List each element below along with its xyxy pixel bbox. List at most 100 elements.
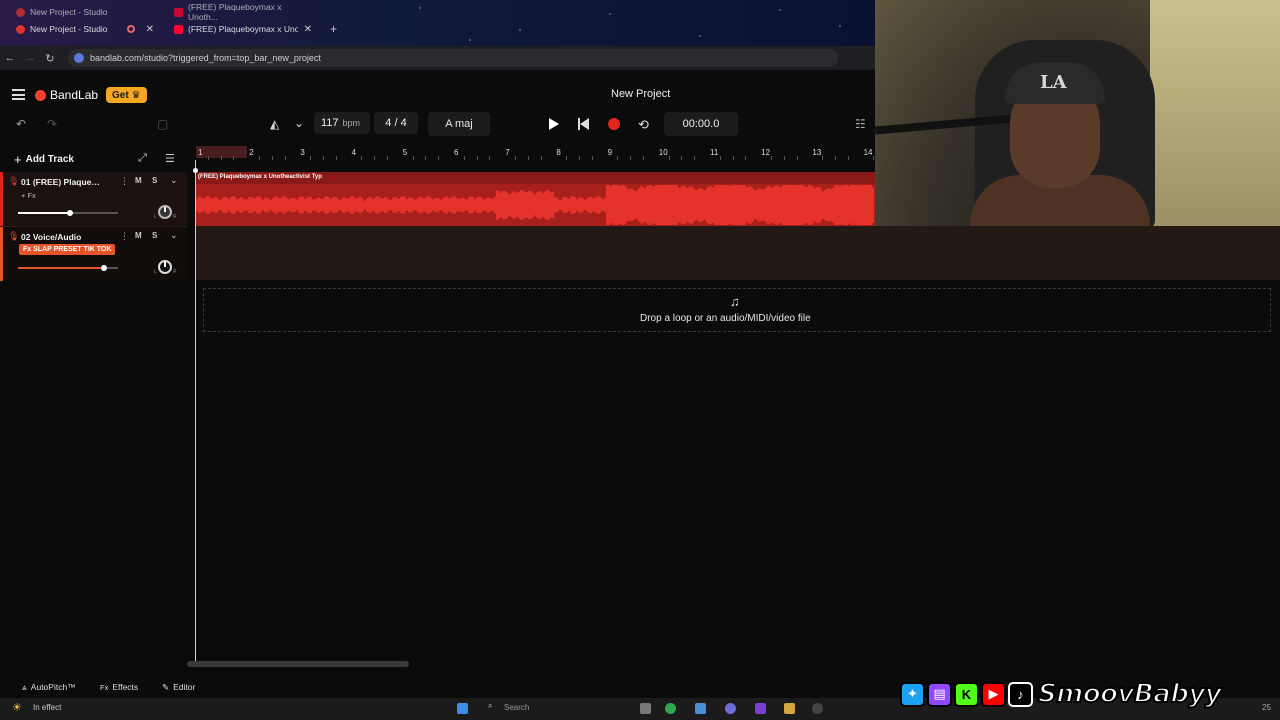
- rewind-icon[interactable]: [578, 118, 590, 130]
- waveform: [195, 185, 874, 225]
- track-settings-icon[interactable]: ☰: [165, 152, 175, 165]
- track-color-bar: [0, 227, 3, 281]
- bar-number: 10: [658, 148, 668, 157]
- pan-right-label: R: [173, 269, 177, 275]
- time-value: 00:00.0: [682, 118, 720, 130]
- close-tab-icon[interactable]: ✕: [146, 24, 154, 35]
- automation-icon[interactable]: ⤢: [138, 152, 147, 165]
- task-view-icon[interactable]: [640, 703, 651, 714]
- add-track-button[interactable]: + Add Track: [14, 152, 74, 167]
- track-options-icon[interactable]: ⋮: [120, 176, 129, 187]
- track-header-1[interactable]: 🎙 01 (FREE) Plaqueboy... ⋮ M S ⌄ + Fx L …: [0, 172, 187, 226]
- add-fx-button[interactable]: + Fx: [21, 191, 36, 200]
- editor-label: Editor: [173, 682, 196, 692]
- track-header-2[interactable]: 🎙 02 Voice/Audio ⋮ M S ⌄ Fx SLAP PRESET …: [0, 226, 187, 281]
- play-icon[interactable]: [549, 118, 559, 130]
- app-icon[interactable]: [695, 703, 706, 714]
- youtube-icon: ▶: [981, 681, 1006, 707]
- pan-knob[interactable]: [158, 205, 172, 219]
- ruler-tick: [476, 156, 478, 160]
- ruler-tick: [771, 156, 772, 160]
- tab-title: (FREE) Plaqueboymax x Unoth...: [188, 24, 298, 34]
- track-lane-1[interactable]: (FREE) Plaqueboymax x Unotheactivist Typ: [195, 172, 875, 226]
- url-field[interactable]: bandlab.com/studio?triggered_from=top_ba…: [68, 49, 838, 67]
- ruler-tick: [643, 156, 644, 160]
- get-membership-button[interactable]: Get ♛: [106, 87, 147, 103]
- track-name[interactable]: 01 (FREE) Plaqueboy...: [21, 177, 105, 187]
- snap-icon[interactable]: ▢: [157, 117, 168, 131]
- forward-icon[interactable]: →: [20, 52, 40, 64]
- metronome-icon[interactable]: ◭: [270, 117, 279, 131]
- bandlab-logo[interactable]: BandLab: [35, 88, 98, 102]
- bar-number: 3: [300, 148, 305, 157]
- pan-knob[interactable]: [158, 260, 172, 274]
- hamburger-menu-icon[interactable]: [12, 89, 25, 100]
- clip-header[interactable]: (FREE) Plaqueboymax x Unotheactivist Typ: [195, 172, 875, 184]
- weather-icon[interactable]: ☀: [12, 701, 22, 714]
- bar-number: 7: [505, 148, 510, 157]
- site-info-icon[interactable]: [74, 53, 84, 63]
- bar-number: 11: [710, 148, 719, 157]
- fx-preset-chip[interactable]: Fx SLAP PRESET TIK TOK: [19, 244, 116, 255]
- app-icon[interactable]: [812, 703, 823, 714]
- key-field[interactable]: A maj: [428, 112, 490, 136]
- microphone-icon[interactable]: 🎙: [8, 176, 19, 187]
- volume-slider-thumb[interactable]: [67, 209, 73, 216]
- volume-slider[interactable]: [18, 209, 118, 216]
- chevron-down-icon[interactable]: ⌄: [170, 230, 178, 241]
- microphone-icon[interactable]: 🎙: [8, 231, 19, 242]
- audio-clip[interactable]: (FREE) Plaqueboymax x Unotheactivist Typ: [195, 172, 875, 226]
- file-explorer-icon[interactable]: [784, 703, 795, 714]
- playhead-handle[interactable]: [193, 168, 198, 173]
- track-options-icon[interactable]: ⋮: [120, 231, 129, 242]
- reload-icon[interactable]: ↻: [40, 52, 60, 65]
- record-button[interactable]: [608, 118, 620, 130]
- playhead[interactable]: [195, 160, 196, 665]
- windows-start-icon[interactable]: [457, 703, 468, 714]
- loop-icon[interactable]: ⟲: [638, 117, 649, 133]
- ruler-tick: [271, 156, 273, 160]
- horizontal-scrollbar[interactable]: [187, 661, 409, 667]
- taskbar-search[interactable]: Search: [504, 703, 529, 712]
- effects-button[interactable]: Fx Effects: [100, 682, 138, 692]
- project-title[interactable]: New Project: [611, 88, 670, 100]
- mute-button[interactable]: M: [135, 231, 142, 240]
- webcam-overlay: LA: [875, 0, 1280, 226]
- ruler-tick: [732, 156, 734, 160]
- tab-title: New Project - Studio: [30, 7, 108, 17]
- time-signature-field[interactable]: 4 / 4: [374, 112, 418, 134]
- address-bar: ← → ↻ bandlab.com/studio?triggered_from=…: [0, 46, 875, 70]
- bpm-field[interactable]: 117 bpm: [314, 112, 370, 134]
- metronome-dropdown-icon[interactable]: ⌄: [294, 116, 304, 130]
- bar-number: 9: [607, 148, 613, 157]
- volume-slider-thumb[interactable]: [101, 264, 107, 271]
- editor-button[interactable]: ✎ Editor: [162, 682, 195, 693]
- timeline-ruler[interactable]: 1 2 3 4 5 6 7 8 9 10 11 12 13 14: [195, 146, 900, 160]
- volume-slider[interactable]: [18, 264, 118, 271]
- ruler-tick: [387, 156, 388, 160]
- redo-icon[interactable]: ↷: [47, 117, 57, 131]
- youtube-favicon-icon: [174, 24, 183, 34]
- track-lane-2[interactable]: [195, 226, 1280, 280]
- autopitch-button[interactable]: ⩓ AutoPitch™: [22, 682, 76, 693]
- chrome-icon[interactable]: [665, 703, 676, 714]
- search-icon[interactable]: ⌕: [488, 701, 492, 711]
- solo-button[interactable]: S: [152, 231, 157, 240]
- waveform-path: [195, 185, 874, 225]
- url-text: bandlab.com/studio?triggered_from=top_ba…: [90, 53, 321, 63]
- mixer-icon[interactable]: ☷: [855, 117, 866, 131]
- close-tab-icon[interactable]: ✕: [304, 24, 312, 35]
- back-icon[interactable]: ←: [0, 52, 20, 64]
- solo-button[interactable]: S: [152, 176, 157, 185]
- chevron-down-icon[interactable]: ⌄: [170, 175, 178, 186]
- app-icon[interactable]: [755, 703, 766, 714]
- browser-tab-studio[interactable]: New Project - Studio ✕: [10, 21, 160, 37]
- undo-icon[interactable]: ↶: [16, 117, 26, 131]
- track-name[interactable]: 02 Voice/Audio: [21, 232, 105, 242]
- browser-tab-youtube[interactable]: (FREE) Plaqueboymax x Unoth... ✕: [168, 21, 318, 37]
- track-panel: + Add Track ⤢ ☰ 🎙 01 (FREE) Plaqueboy...…: [0, 146, 187, 666]
- app-icon[interactable]: [725, 703, 736, 714]
- mute-button[interactable]: M: [135, 176, 142, 185]
- new-tab-icon[interactable]: +: [330, 22, 337, 36]
- browser-tab-ghost: New Project - Studio: [10, 4, 160, 20]
